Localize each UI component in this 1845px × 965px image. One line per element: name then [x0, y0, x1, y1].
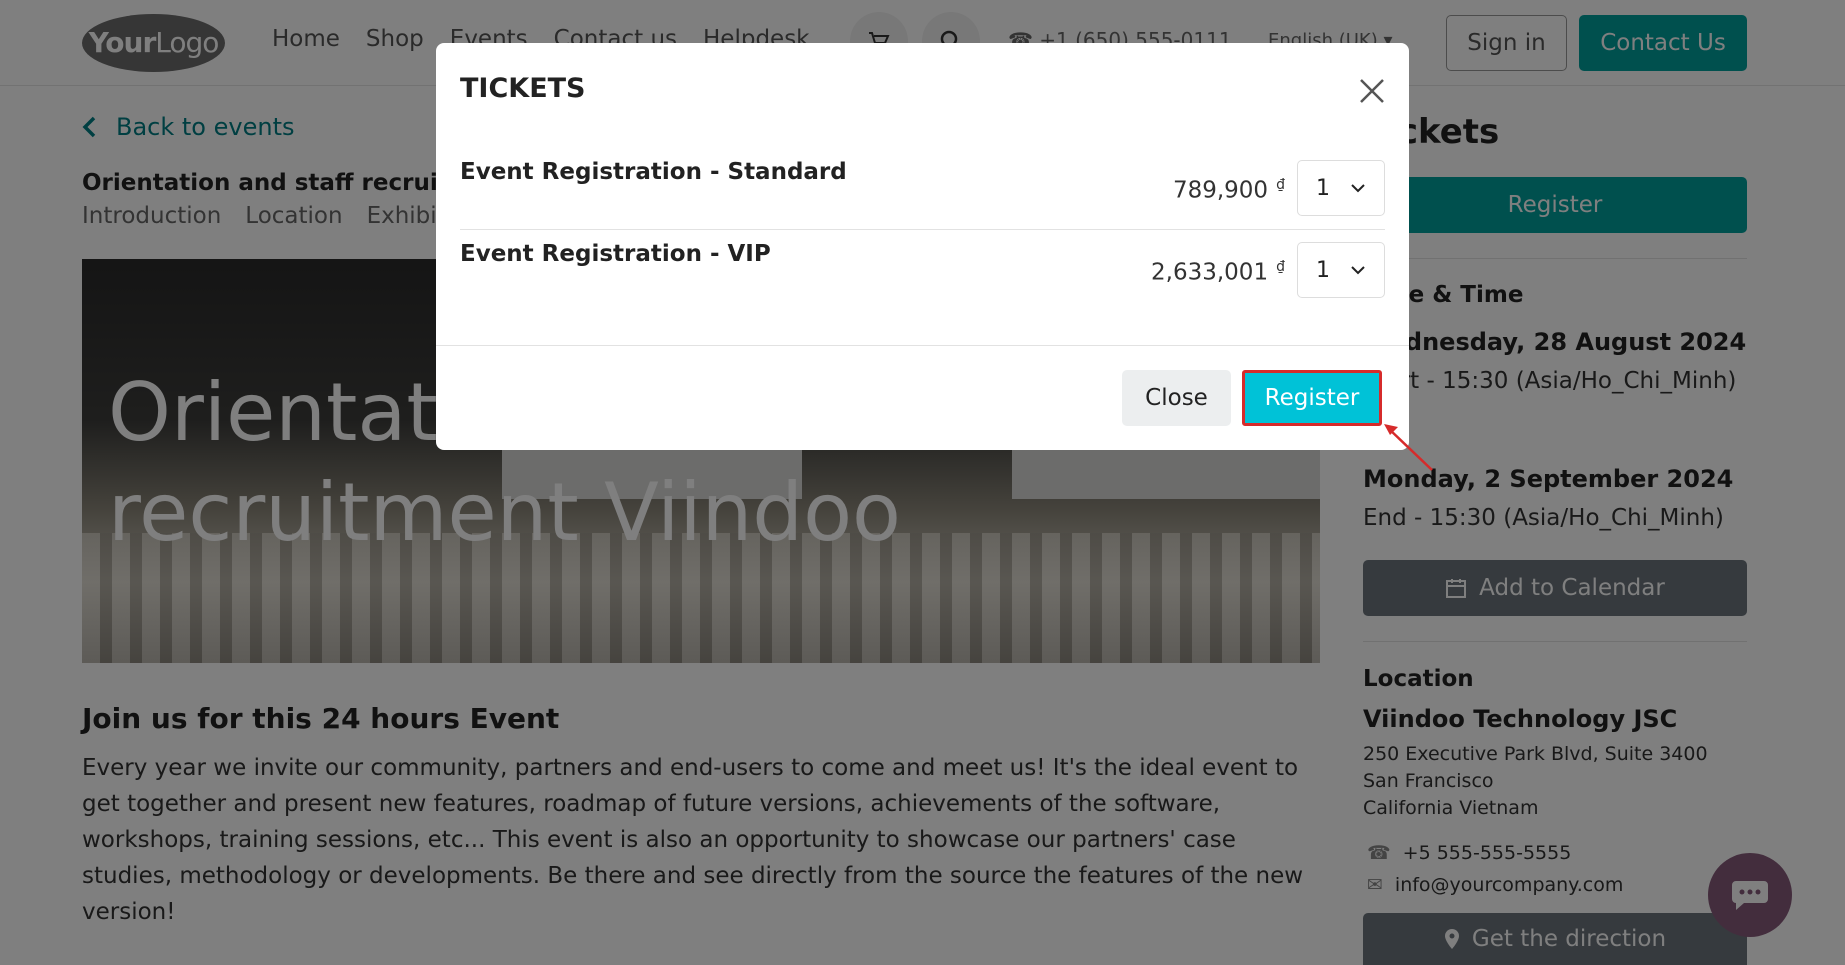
- ticket-price-value: 789,900: [1172, 177, 1269, 204]
- quantity-value: 1: [1316, 175, 1330, 201]
- ticket-price-value: 2,633,001: [1151, 259, 1269, 286]
- ticket-price: 789,900 ₫: [1173, 177, 1285, 204]
- tickets-modal: TICKETS Event Registration - Standard 78…: [436, 43, 1409, 450]
- ticket-name: Event Registration - VIP: [460, 241, 771, 267]
- annotation-arrow-icon: [1384, 424, 1433, 471]
- chevron-down-icon: [1351, 184, 1365, 193]
- ticket-price: 2,633,001 ₫: [1151, 259, 1285, 286]
- close-icon[interactable]: [1356, 75, 1388, 107]
- ticket-row-standard: Event Registration - Standard 789,900 ₫ 1: [460, 159, 1385, 223]
- modal-title: TICKETS: [460, 73, 586, 104]
- ticket-quantity-select[interactable]: 1: [1297, 242, 1385, 298]
- currency-symbol: ₫: [1276, 177, 1285, 193]
- currency-symbol: ₫: [1276, 259, 1285, 275]
- register-button[interactable]: Register: [1242, 370, 1382, 426]
- ticket-name: Event Registration - Standard: [460, 159, 847, 185]
- ticket-row-vip: Event Registration - VIP 2,633,001 ₫ 1: [460, 241, 1385, 305]
- close-button[interactable]: Close: [1122, 370, 1231, 426]
- quantity-value: 1: [1316, 257, 1330, 283]
- chevron-down-icon: [1351, 266, 1365, 275]
- ticket-quantity-select[interactable]: 1: [1297, 160, 1385, 216]
- modal-footer-divider: [436, 345, 1409, 346]
- ticket-divider: [460, 229, 1385, 230]
